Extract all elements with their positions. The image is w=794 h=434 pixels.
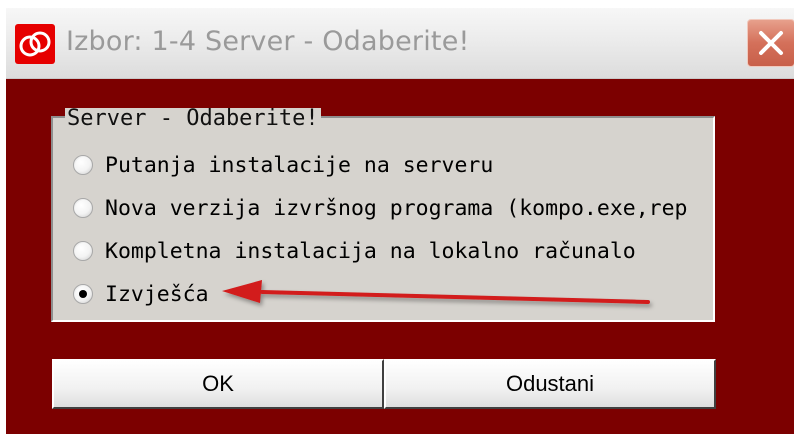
group-legend: Server - Odaberite! — [65, 106, 321, 131]
close-icon — [759, 31, 783, 55]
radio-button-selected[interactable] — [73, 284, 93, 304]
app-logo-icon — [15, 24, 55, 64]
radio-option-label: Kompletna instalacija na lokalno računal… — [105, 239, 636, 264]
radio-button[interactable] — [73, 198, 93, 218]
radio-option-label: Putanja instalacije na serveru — [105, 153, 494, 178]
radio-option-label: Nova verzija izvršnog programa (kompo.ex… — [105, 196, 688, 221]
radio-button[interactable] — [73, 241, 93, 261]
close-button[interactable] — [747, 19, 794, 67]
window-title: Izbor: 1-4 Server - Odaberite! — [66, 26, 470, 57]
cancel-button[interactable]: Odustani — [384, 359, 716, 409]
title-bar[interactable]: Izbor: 1-4 Server - Odaberite! — [6, 8, 794, 79]
radio-option-label: Izvješća — [105, 282, 209, 307]
server-options-group: Server - Odaberite! Putanja instalacije … — [51, 108, 715, 322]
ok-button[interactable]: OK — [52, 359, 384, 409]
radio-button[interactable] — [73, 155, 93, 175]
dialog-window: Izbor: 1-4 Server - Odaberite! Server - … — [6, 8, 794, 434]
